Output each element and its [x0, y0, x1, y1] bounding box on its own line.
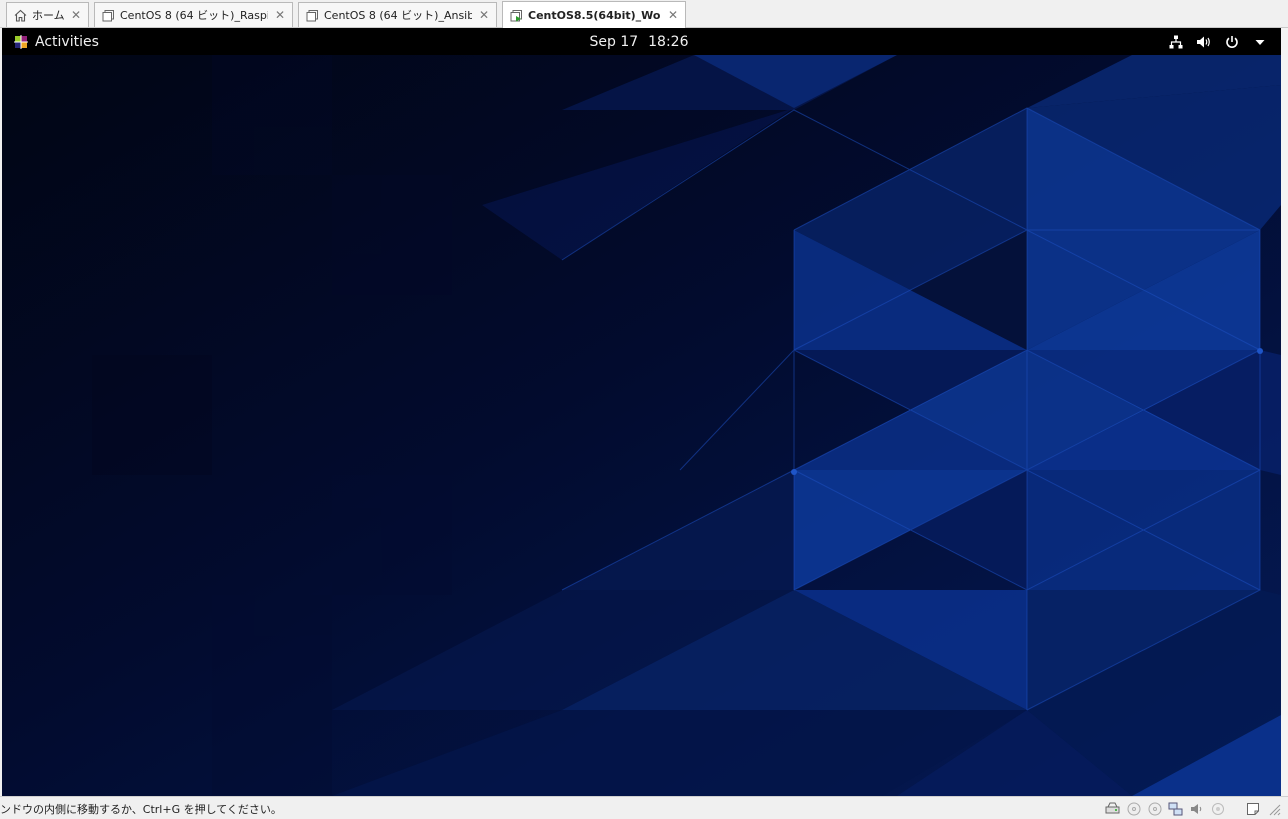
tab-label: CentOS 8 (64 ビット)_AnsibleCl...: [324, 9, 472, 22]
network-adapter-icon[interactable]: [1167, 800, 1184, 817]
tab-label: ホーム: [32, 9, 64, 22]
clock-button[interactable]: Sep 17 18:26: [2, 28, 1281, 55]
volume-icon[interactable]: [1195, 33, 1213, 51]
close-icon[interactable]: ✕: [667, 8, 679, 22]
desktop-wallpaper: [2, 55, 1281, 796]
clock-date: Sep 17: [589, 33, 639, 50]
gnome-top-bar: Activities Sep 17 18:26: [2, 28, 1281, 55]
tab-vm-raspi[interactable]: CentOS 8 (64 ビット)_Raspi_pr... ✕: [94, 2, 293, 27]
cdrom2-icon[interactable]: [1146, 800, 1163, 817]
vm-status-bar: ンドウの内側に移動するか、Ctrl+G を押してください。: [0, 796, 1288, 819]
vm-running-icon: [509, 8, 523, 22]
right-scrollbar-fragment: [1281, 28, 1288, 796]
tab-home[interactable]: ホーム ✕: [6, 2, 89, 27]
vm-icon: [305, 8, 319, 22]
tab-label: CentOS 8 (64 ビット)_Raspi_pr...: [120, 9, 268, 22]
usb-icon[interactable]: [1209, 800, 1226, 817]
tab-vm-work[interactable]: CentOS8.5(64bit)_Work ✕: [502, 1, 686, 28]
vm-icon: [101, 8, 115, 22]
system-tray[interactable]: [1167, 28, 1269, 55]
clock-time: 18:26: [648, 33, 689, 50]
power-icon[interactable]: [1223, 33, 1241, 51]
separator: [1230, 800, 1240, 817]
close-icon[interactable]: ✕: [70, 8, 82, 22]
status-message: ンドウの内側に移動するか、Ctrl+G を押してください。: [0, 803, 282, 816]
vm-tab-bar: ホーム ✕ CentOS 8 (64 ビット)_Raspi_pr... ✕ Ce…: [0, 0, 1288, 28]
guest-screen[interactable]: Activities Sep 17 18:26: [2, 28, 1281, 796]
close-icon[interactable]: ✕: [478, 8, 490, 22]
chevron-down-icon[interactable]: [1251, 33, 1269, 51]
resize-grip-icon[interactable]: [1265, 800, 1282, 817]
cdrom-icon[interactable]: [1125, 800, 1142, 817]
hdd-icon[interactable]: [1104, 800, 1121, 817]
tab-label: CentOS8.5(64bit)_Work: [528, 8, 661, 22]
sound-icon[interactable]: [1188, 800, 1205, 817]
device-icons: [1104, 800, 1282, 817]
home-icon: [13, 8, 27, 22]
close-icon[interactable]: ✕: [274, 8, 286, 22]
message-icon[interactable]: [1244, 800, 1261, 817]
tab-vm-ansible[interactable]: CentOS 8 (64 ビット)_AnsibleCl... ✕: [298, 2, 497, 27]
network-icon[interactable]: [1167, 33, 1185, 51]
